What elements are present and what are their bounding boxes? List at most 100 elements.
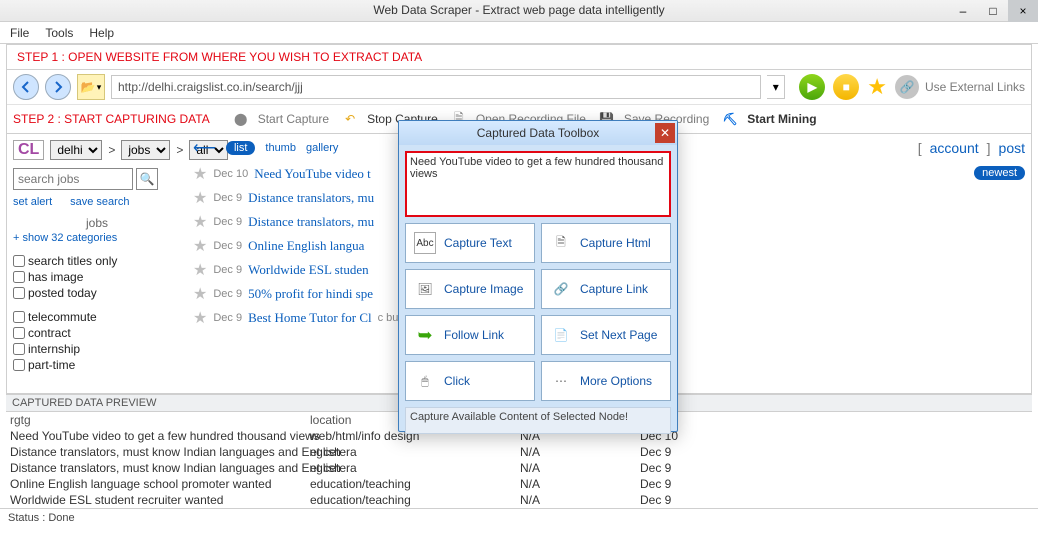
preview-cell[interactable]: Dec 9 (636, 476, 716, 492)
star-icon[interactable]: ★ (193, 164, 207, 184)
preview-cell[interactable]: Distance translators, must know Indian l… (6, 460, 306, 476)
nav-forward-button[interactable] (45, 74, 71, 100)
listing-date: Dec 9 (213, 240, 242, 252)
sep2: > (176, 143, 183, 157)
menu-help[interactable]: Help (89, 26, 114, 40)
preview-cell[interactable]: Dec 9 (636, 460, 716, 476)
start-mining-label: Start Mining (747, 112, 816, 126)
address-row: 📂 ▾ ▾ ▶ ■ ★ 🔗 Use External Links (7, 69, 1031, 104)
menu-bar: File Tools Help (0, 22, 1038, 44)
back-arrow-icon[interactable]: ⟵ (193, 138, 216, 158)
star-icon[interactable]: ★ (193, 236, 207, 256)
preview-cell[interactable]: N/A (516, 460, 636, 476)
close-icon: ✕ (660, 126, 670, 140)
preview-cell[interactable]: education/teaching (306, 476, 516, 492)
view-thumb-tab[interactable]: thumb (265, 142, 296, 154)
window-title: Web Data Scraper - Extract web page data… (373, 3, 664, 17)
preview-cell[interactable]: education/teaching (306, 492, 516, 508)
filter-contract[interactable]: contract (13, 326, 181, 340)
capture-html-button[interactable]: 🗎Capture Html (541, 223, 671, 263)
open-folder-button[interactable]: 📂 ▾ (77, 74, 105, 100)
filter-titles-only[interactable]: search titles only (13, 254, 181, 268)
capture-link-button[interactable]: 🔗Capture Link (541, 269, 671, 309)
star-icon[interactable]: ★ (193, 260, 207, 280)
preview-cell[interactable]: Need YouTube video to get a few hundred … (6, 428, 306, 444)
sidebar-header-jobs: jobs (13, 216, 181, 230)
external-links-toggle[interactable]: 🔗 Use External Links (895, 75, 1025, 99)
address-dropdown[interactable]: ▾ (767, 75, 785, 99)
close-button[interactable]: × (1008, 0, 1038, 22)
listing-title[interactable]: Distance translators, mu (248, 214, 374, 230)
star-icon[interactable]: ★ (193, 308, 207, 328)
view-gallery-tab[interactable]: gallery (306, 142, 338, 154)
html-icon: 🗎 (550, 232, 572, 254)
start-capture-button[interactable]: ⬤ Start Capture (230, 108, 329, 130)
preview-cell[interactable]: Worldwide ESL student recruiter wanted (6, 492, 306, 508)
star-icon[interactable]: ★ (193, 284, 207, 304)
preview-cell[interactable]: Distance translators, must know Indian l… (6, 444, 306, 460)
account-link[interactable]: account (930, 140, 979, 156)
search-input[interactable] (13, 168, 133, 190)
preview-cell[interactable]: et cetera (306, 460, 516, 476)
search-icon: 🔍 (140, 172, 155, 186)
follow-link-button[interactable]: ➥Follow Link (405, 315, 535, 355)
preview-cell[interactable]: N/A (516, 476, 636, 492)
preview-cell[interactable]: Dec 9 (636, 492, 716, 508)
listing-title[interactable]: Worldwide ESL studen (248, 262, 369, 278)
sort-newest-pill[interactable]: newest (974, 166, 1025, 180)
preview-cell[interactable]: N/A (516, 492, 636, 508)
capture-image-button[interactable]: 🖼Capture Image (405, 269, 535, 309)
toolbox-selected-text[interactable]: Need YouTube video to get a few hundred … (405, 151, 671, 217)
undo-icon: ↶ (339, 108, 361, 130)
menu-file[interactable]: File (10, 26, 29, 40)
search-button[interactable]: 🔍 (136, 168, 158, 190)
menu-tools[interactable]: Tools (45, 26, 73, 40)
filter-has-image[interactable]: has image (13, 270, 181, 284)
show-categories-link[interactable]: + show 32 categories (13, 232, 181, 244)
set-alert-link[interactable]: set alert (13, 196, 52, 208)
filter-posted-today[interactable]: posted today (13, 286, 181, 300)
maximize-button[interactable]: □ (978, 0, 1008, 22)
cl-logo[interactable]: CL (13, 140, 44, 160)
filter-part-time[interactable]: part-time (13, 358, 181, 372)
listing-title[interactable]: Online English langua (248, 238, 364, 254)
address-input[interactable] (111, 75, 761, 99)
nav-back-button[interactable] (13, 74, 39, 100)
start-mining-button[interactable]: ⛏ Start Mining (719, 108, 816, 130)
go-button[interactable]: ▶ (799, 74, 825, 100)
toolbox-close-button[interactable]: ✕ (655, 123, 675, 143)
listing-title[interactable]: 50% profit for hindi spe (248, 286, 373, 302)
section-select[interactable]: jobs (121, 140, 170, 160)
bookmark-icon[interactable]: ★ (867, 74, 887, 100)
star-icon[interactable]: ★ (193, 188, 207, 208)
click-button[interactable]: 🖱Click (405, 361, 535, 401)
city-select[interactable]: delhi (50, 140, 102, 160)
star-icon[interactable]: ★ (193, 212, 207, 232)
col-rgtg[interactable]: rgtg (6, 412, 306, 428)
filter-telecommute[interactable]: telecommute (13, 310, 181, 324)
stop-button[interactable]: ■ (833, 74, 859, 100)
preview-cell[interactable]: Dec 9 (636, 444, 716, 460)
set-next-page-button[interactable]: 📄Set Next Page (541, 315, 671, 355)
captured-data-toolbox: Captured Data Toolbox ✕ Need YouTube vid… (398, 120, 678, 432)
nav-icon-group: ▶ ■ ★ 🔗 Use External Links (799, 74, 1025, 100)
listing-date: Dec 9 (213, 288, 242, 300)
filter-internship[interactable]: internship (13, 342, 181, 356)
more-options-button[interactable]: ⋯More Options (541, 361, 671, 401)
post-link[interactable]: post (999, 140, 1025, 156)
toolbox-title-bar[interactable]: Captured Data Toolbox ✕ (399, 121, 677, 145)
capture-text-button[interactable]: AbcCapture Text (405, 223, 535, 263)
preview-cell[interactable]: et cetera (306, 444, 516, 460)
view-list-tab[interactable]: list (226, 141, 255, 155)
preview-cell[interactable]: N/A (516, 444, 636, 460)
status-bar: Status : Done (0, 508, 1038, 527)
listing-date: Dec 9 (213, 312, 242, 324)
step2-label: STEP 2 : START CAPTURING DATA (13, 112, 220, 126)
listing-title[interactable]: Need YouTube video t (254, 166, 371, 182)
listing-title[interactable]: Distance translators, mu (248, 190, 374, 206)
save-search-link[interactable]: save search (70, 196, 129, 208)
cl-sidebar: CL delhi > jobs > all 🔍 set alert save s… (7, 134, 187, 393)
minimize-button[interactable]: – (948, 0, 978, 22)
listing-title[interactable]: Best Home Tutor for Cl (248, 310, 372, 326)
preview-cell[interactable]: Online English language school promoter … (6, 476, 306, 492)
